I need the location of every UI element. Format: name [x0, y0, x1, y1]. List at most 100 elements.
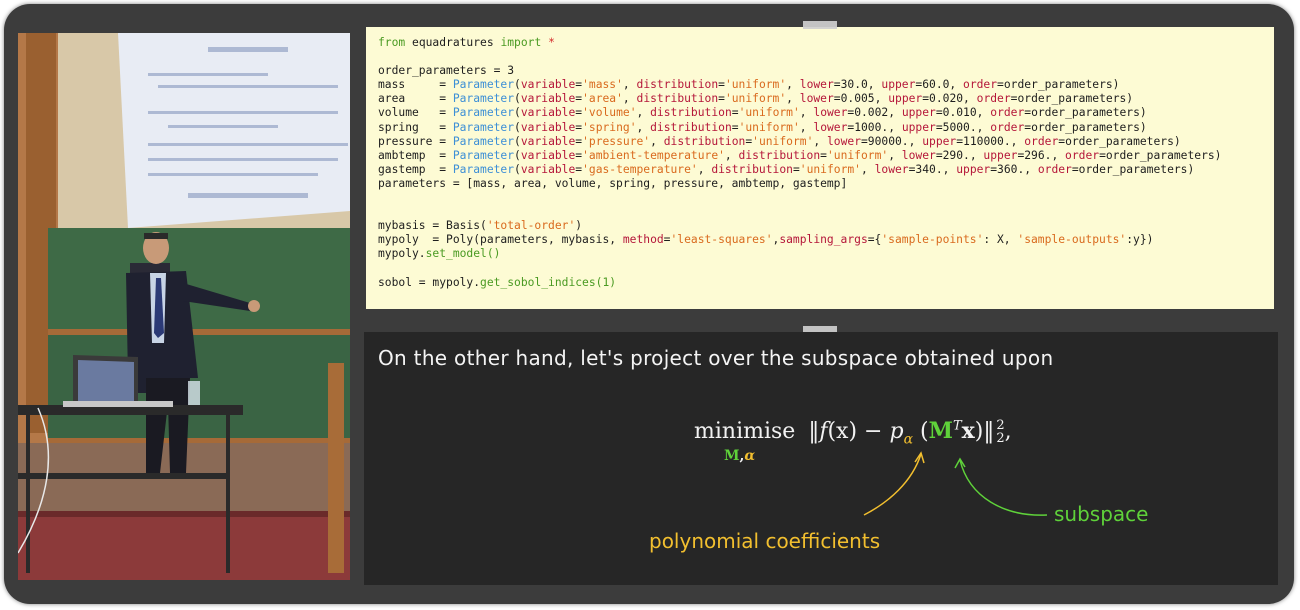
code-token: , [813, 134, 827, 148]
code-block: from equadratures import * order_paramet… [378, 36, 1262, 290]
code-line: mypoly.set_model() [378, 247, 500, 260]
code-token: 'uniform' [826, 148, 889, 162]
code-token: 'mass' [582, 78, 623, 92]
code-line: spring = Parameter(variable = 'spring', di… [378, 121, 1147, 134]
code-token: 'ambient-temperature' [582, 148, 725, 162]
code-token: 'gas-temperature' [582, 162, 698, 176]
code-token: 'uniform' [724, 78, 787, 92]
code-token: order [963, 78, 998, 92]
code-token: 'least-squares' [670, 233, 773, 247]
code-token: mypoly. [378, 247, 426, 261]
code-token: =order_parameters) [1024, 106, 1147, 120]
code-token: upper [956, 162, 991, 176]
code-token: order [1037, 162, 1072, 176]
code-token: 'uniform' [738, 120, 800, 134]
code-token: =340., [908, 162, 957, 176]
code-token: upper [983, 148, 1018, 162]
code-token: = [731, 106, 739, 120]
code-token: =0.010, [935, 106, 991, 120]
code-line: gastemp = Parameter(variable = 'gas-temper… [378, 163, 1194, 176]
code-token: 'uniform' [724, 92, 787, 106]
code-token: 'spring' [582, 120, 637, 134]
code-token: lower [901, 148, 936, 162]
code-line: mass = Parameter(variable = 'mass', distri… [378, 78, 1119, 91]
code-token: =30.0, [833, 78, 882, 92]
code-token: lower [799, 92, 834, 106]
code-token: =0.005, [833, 92, 889, 106]
code-token: 'sample-outputs' [1017, 233, 1127, 247]
code-token: 'volume' [582, 106, 637, 120]
code-token: method [622, 233, 664, 247]
code-token: , [636, 106, 651, 120]
code-token: , [697, 162, 712, 176]
code-token: lower [813, 106, 848, 120]
code-line: ambtemp = Parameter(variable = 'ambient-te… [378, 149, 1222, 162]
code-token: Parameter [452, 78, 515, 92]
code-token: upper [901, 106, 936, 120]
code-token: , [622, 78, 637, 92]
code-token: , [888, 148, 902, 162]
code-token: =order_parameters) [997, 78, 1120, 92]
code-token: distribution [738, 148, 821, 162]
code-token: :y}) [1126, 233, 1154, 247]
code-token: = [718, 78, 725, 92]
code-token: Parameter [452, 92, 515, 106]
code-token: : X, [983, 233, 1018, 247]
code-token: lower [874, 162, 909, 176]
code-token: , [724, 148, 739, 162]
code-token: lower [826, 134, 861, 148]
code-token: ( [514, 162, 521, 176]
code-token: * [548, 36, 555, 49]
code-token: pressure = [378, 134, 453, 148]
code-token: sobol = mypoly. [378, 275, 481, 289]
code-token: lower [799, 78, 834, 92]
code-line: sobol = mypoly.get_sobol_indices(1) [378, 276, 616, 289]
code-token: Parameter [452, 120, 515, 134]
equation-panel: On the other hand, let's project over th… [364, 332, 1278, 585]
code-token: lower [813, 120, 848, 134]
code-token: distribution [650, 106, 732, 120]
code-token: upper [901, 120, 936, 134]
code-token: Parameter [452, 162, 515, 176]
code-token: distribution [711, 162, 793, 176]
code-token: ( [514, 106, 521, 120]
code-token: variable [520, 92, 576, 106]
code-token: =290., [935, 148, 984, 162]
code-token: 'area' [582, 92, 623, 106]
presenter-photo-image [18, 33, 350, 580]
code-line: mypoly = Poly(parameters, mybasis, metho… [378, 233, 1153, 246]
code-token: =110000., [956, 134, 1025, 148]
code-token: , [786, 78, 800, 92]
code-line: pressure = Parameter(variable='pressure'… [378, 135, 1181, 148]
code-token: =0.002, [847, 106, 902, 120]
code-token: volume = [378, 106, 453, 120]
code-token: parameters = [mass, area, volume, spring… [378, 176, 848, 190]
code-line: volume = Parameter(variable = 'volume', di… [378, 106, 1147, 119]
code-line: area = Parameter(variable = 'area', distri… [378, 92, 1133, 105]
code-token: =order_parameters) [1071, 162, 1195, 176]
code-token: sampling_args [779, 233, 868, 247]
code-token: = [731, 120, 739, 134]
code-line: from equadratures import * [378, 36, 555, 49]
code-token: 'uniform' [799, 162, 861, 176]
code-token: import [500, 36, 542, 49]
code-token: 'pressure' [582, 134, 651, 148]
code-token: =360., [990, 162, 1038, 176]
code-token: set_model() [425, 247, 501, 261]
code-token: =60.0, [915, 78, 964, 92]
code-token: =0.020, [922, 92, 977, 106]
code-token: , [636, 120, 651, 134]
code-token: =order_parameters) [1010, 92, 1134, 106]
code-token: ( [514, 120, 521, 134]
code-token: mypoly = Poly(parameters, mybasis, [378, 233, 623, 247]
code-token: ) [575, 219, 583, 233]
code-token: , [860, 162, 875, 176]
code-token: ( [514, 134, 521, 148]
code-token: variable [520, 120, 576, 134]
code-token: distribution [663, 134, 746, 148]
code-token: = [792, 162, 800, 176]
code-token: upper [922, 134, 957, 148]
code-token: spring = [378, 120, 453, 134]
code-token: upper [888, 92, 923, 106]
code-line: parameters = [mass, area, volume, spring… [378, 177, 847, 190]
